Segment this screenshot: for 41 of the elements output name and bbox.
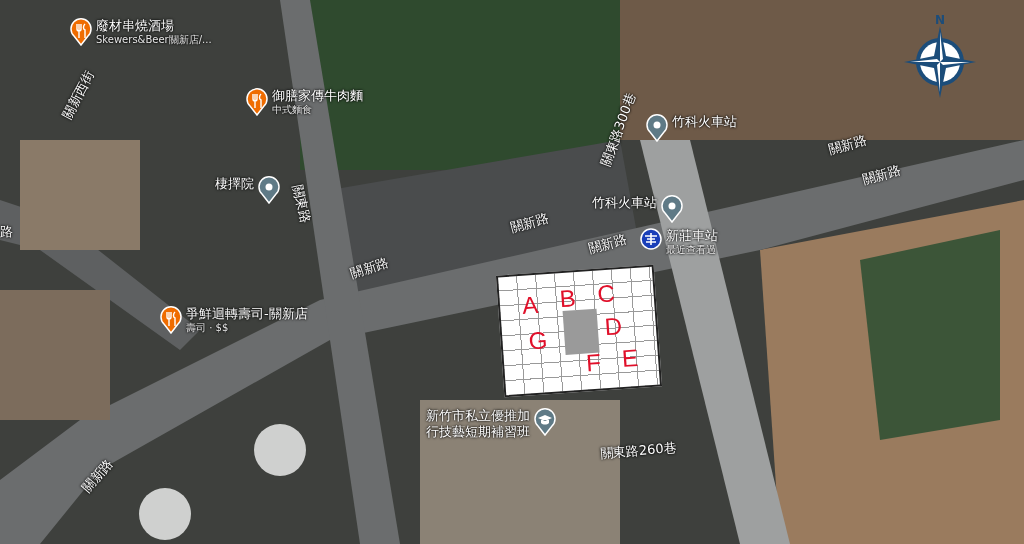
road-label: 關新路 bbox=[586, 230, 629, 258]
place-subtitle: 壽司 · $$ bbox=[186, 322, 230, 335]
unit-letter: E bbox=[621, 346, 639, 372]
unit-letter: D bbox=[603, 314, 623, 340]
place-subtitle: 最近查看過 bbox=[666, 244, 717, 257]
road-label: 關新路 bbox=[78, 454, 117, 497]
restaurant-pin-icon[interactable] bbox=[246, 88, 268, 116]
location-pin-icon[interactable] bbox=[661, 195, 683, 223]
unit-letter: A bbox=[521, 292, 539, 318]
place-label[interactable]: 廢材串燒酒場 bbox=[96, 18, 212, 35]
place-label[interactable]: 棲擇院 bbox=[215, 176, 254, 193]
place-label[interactable]: 竹科火車站 bbox=[592, 195, 657, 212]
road-label: 關東路260巷 bbox=[599, 438, 678, 464]
place-label[interactable]: 御膳家傳牛肉麵 bbox=[272, 88, 363, 105]
place-subtitle: Skewers&Beer關新店/... bbox=[96, 34, 212, 47]
road-label: 關新路 bbox=[508, 209, 551, 237]
location-pin-icon[interactable] bbox=[646, 114, 668, 142]
road-label: 關東路 bbox=[289, 182, 315, 225]
unit-letter: G bbox=[527, 328, 549, 354]
floor-plan-core bbox=[562, 308, 600, 355]
road-label: 關新路 bbox=[826, 131, 869, 159]
place-label[interactable]: 竹科火車站 bbox=[672, 114, 737, 131]
unit-letter: C bbox=[596, 281, 616, 307]
road-label: 關新西街 bbox=[57, 67, 98, 123]
unit-letter: F bbox=[585, 350, 602, 376]
compass-north-label: N bbox=[934, 14, 945, 26]
restaurant-pin-icon[interactable] bbox=[70, 18, 92, 46]
compass-rose-icon bbox=[904, 26, 976, 98]
place-subtitle: 中式麵食 bbox=[272, 104, 313, 117]
graduation-cap-pin-icon[interactable] bbox=[534, 408, 556, 436]
road-label: 關東路300巷 bbox=[597, 90, 640, 170]
location-pin-icon[interactable] bbox=[258, 176, 280, 204]
place-label[interactable]: 新竹市私立優推加 bbox=[426, 408, 530, 425]
place-label[interactable]: 爭鮮迴轉壽司-關新店 bbox=[186, 306, 308, 323]
road-label: 關新路 bbox=[347, 253, 392, 283]
road-label: 關新路 bbox=[860, 161, 903, 189]
restaurant-pin-icon[interactable] bbox=[160, 306, 182, 334]
train-station-icon[interactable] bbox=[640, 228, 662, 250]
unit-letter: B bbox=[558, 286, 577, 312]
place-subtitle: 行技藝短期補習班 bbox=[426, 424, 530, 441]
road-label: 路 bbox=[0, 223, 13, 241]
